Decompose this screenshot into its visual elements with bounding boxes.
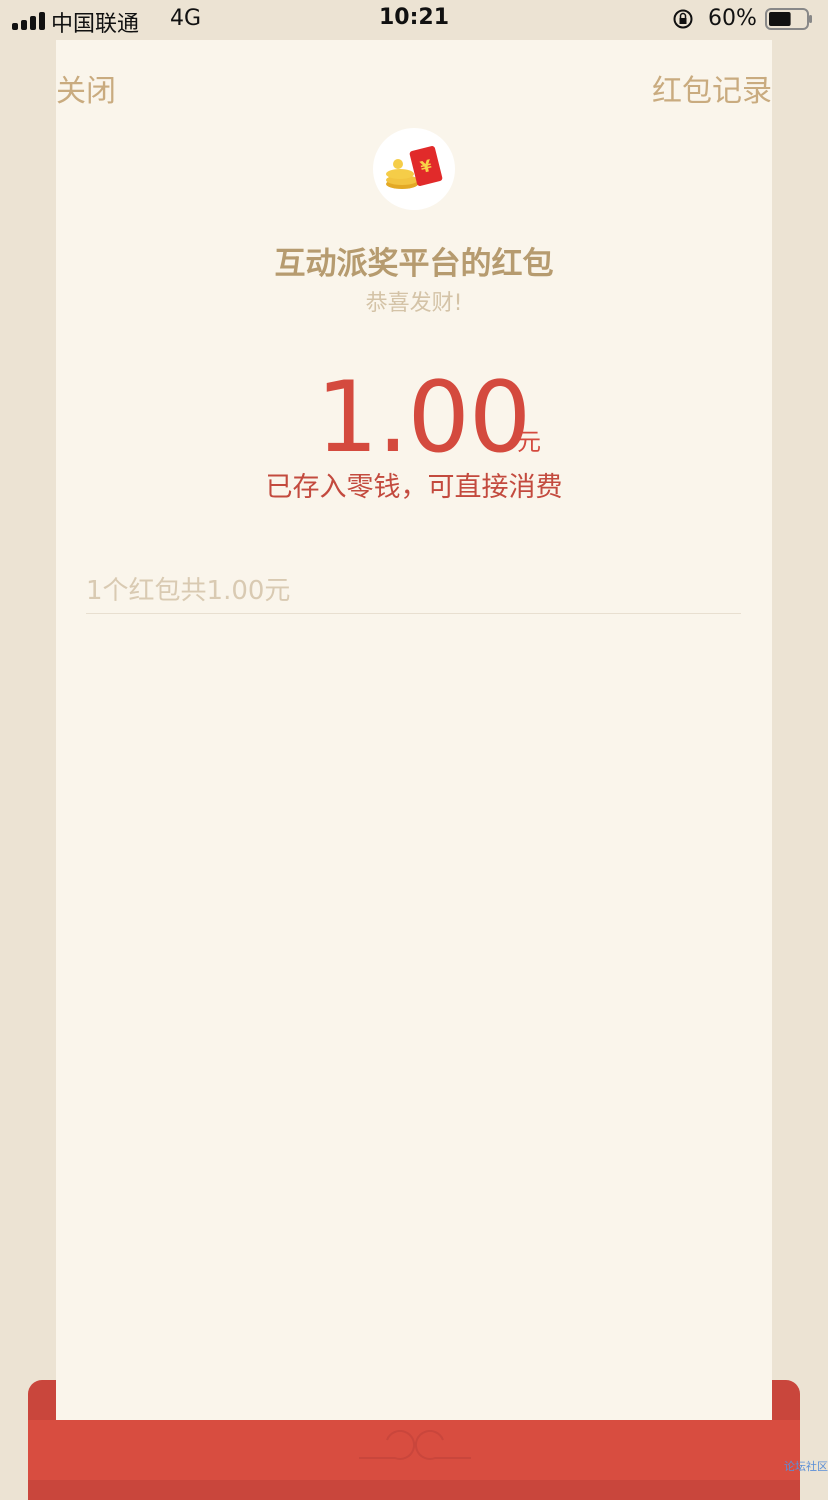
battery-percent: 60% xyxy=(708,6,757,31)
amount-display: 1.00 元 xyxy=(56,358,772,478)
deposit-note-link[interactable]: 已存入零钱，可直接消费 xyxy=(56,465,772,504)
red-packet-records-link[interactable]: 红包记录 xyxy=(652,66,772,110)
divider xyxy=(86,613,741,614)
amount-value: 1.00 xyxy=(316,361,531,475)
greeting-message: 恭喜发财! xyxy=(365,291,463,316)
amount-unit: 元 xyxy=(517,428,541,456)
status-bar: 中国联通 4G 10:21 60% xyxy=(0,0,828,42)
status-time: 10:21 xyxy=(378,5,450,30)
red-envelope-coins-icon: ¥ xyxy=(386,146,443,189)
sender-name: 互动派奖平台的红包 xyxy=(274,246,554,282)
sender-avatar: ¥ xyxy=(373,128,455,210)
packet-seal-icon xyxy=(359,1430,471,1460)
battery-icon xyxy=(765,8,812,30)
red-packet-detail-sheet: 关闭 红包记录 ¥ 互动派奖平台的红包 恭喜发财! 1.00 元 已存入零钱，可… xyxy=(56,40,772,1420)
close-button[interactable]: 关闭 xyxy=(56,66,116,110)
rotation-lock-icon xyxy=(673,9,693,29)
packet-summary: 1个红包共1.00元 xyxy=(86,576,291,606)
